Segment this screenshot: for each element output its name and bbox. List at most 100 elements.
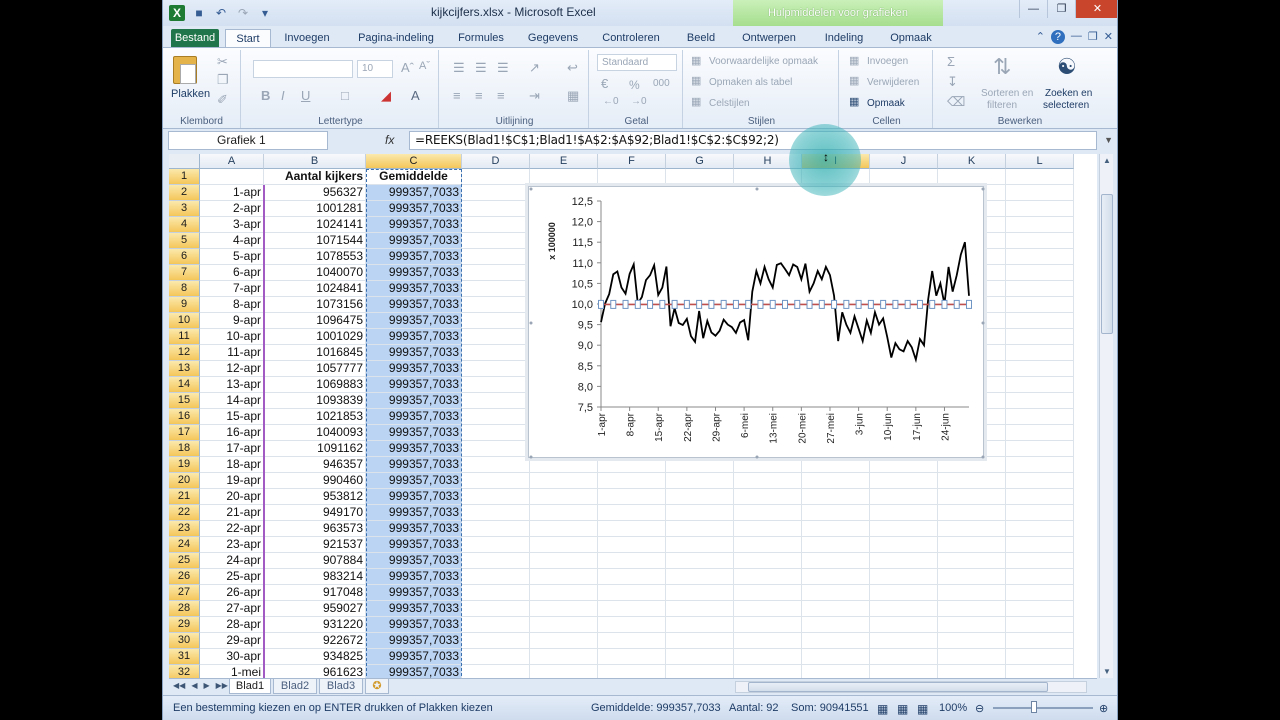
column-header-k[interactable]: K	[938, 154, 1006, 169]
cell-a28[interactable]: 27-apr	[200, 601, 264, 617]
row-header-12[interactable]: 12	[169, 345, 200, 361]
zoom-slider-thumb[interactable]	[1031, 701, 1037, 713]
cell-c27[interactable]: 999357,7033	[366, 585, 462, 601]
fill-color-icon[interactable]: ◢	[381, 88, 391, 104]
cell-b12[interactable]: 1016845	[264, 345, 366, 361]
chart-object[interactable]: 12,5 12,0 11,5 11,0 10,5 10,0 9,5 9,0 8,5 8,0 7,5 x…	[528, 186, 985, 459]
row-header-7[interactable]: 7	[169, 265, 200, 281]
align-right-icon[interactable]: ≡	[497, 88, 505, 103]
format-painter-icon[interactable]: ✐	[217, 92, 228, 108]
cell-a31[interactable]: 30-apr	[200, 649, 264, 665]
cell-a22[interactable]: 21-apr	[200, 505, 264, 521]
insert-sheet-icon[interactable]: ✪	[365, 679, 389, 694]
minimize-icon[interactable]: —	[1019, 0, 1047, 18]
help-icon[interactable]: ?	[1050, 30, 1065, 44]
row-header-19[interactable]: 19	[169, 457, 200, 473]
cell-a15[interactable]: 14-apr	[200, 393, 264, 409]
column-header-c[interactable]: C	[366, 154, 462, 169]
row-header-26[interactable]: 26	[169, 569, 200, 585]
row-header-29[interactable]: 29	[169, 617, 200, 633]
name-box[interactable]: Grafiek 1	[168, 131, 328, 150]
cell-c5[interactable]: 999357,7033	[366, 233, 462, 249]
cell-a29[interactable]: 28-apr	[200, 617, 264, 633]
page-break-view-icon[interactable]: ▦	[917, 702, 928, 716]
first-sheet-icon[interactable]: ◀◀	[173, 681, 185, 690]
align-center-icon[interactable]: ≡	[475, 88, 483, 103]
normal-view-icon[interactable]: ▦	[877, 702, 888, 716]
insert-cells-button[interactable]: Invoegen	[867, 56, 908, 67]
cell-c12[interactable]: 999357,7033	[366, 345, 462, 361]
cell-a9[interactable]: 8-apr	[200, 297, 264, 313]
cell-a2[interactable]: 1-apr	[200, 185, 264, 201]
save-icon[interactable]: ■	[191, 5, 207, 21]
row-header-6[interactable]: 6	[169, 249, 200, 265]
cell-c14[interactable]: 999357,7033	[366, 377, 462, 393]
cell-a13[interactable]: 12-apr	[200, 361, 264, 377]
cell-c20[interactable]: 999357,7033	[366, 473, 462, 489]
cell-a8[interactable]: 7-apr	[200, 281, 264, 297]
conditional-format-button[interactable]: Voorwaardelijke opmaak	[709, 56, 818, 67]
expand-formula-icon[interactable]: ▼	[1104, 135, 1113, 145]
cell-a18[interactable]: 17-apr	[200, 441, 264, 457]
cell-a17[interactable]: 16-apr	[200, 425, 264, 441]
cell-b11[interactable]: 1001029	[264, 329, 366, 345]
cell-c13[interactable]: 999357,7033	[366, 361, 462, 377]
cell-a7[interactable]: 6-apr	[200, 265, 264, 281]
cell-b23[interactable]: 963573	[264, 521, 366, 537]
row-header-15[interactable]: 15	[169, 393, 200, 409]
cell-c8[interactable]: 999357,7033	[366, 281, 462, 297]
cell-a12[interactable]: 11-apr	[200, 345, 264, 361]
cell-c23[interactable]: 999357,7033	[366, 521, 462, 537]
cell-b29[interactable]: 931220	[264, 617, 366, 633]
row-header-5[interactable]: 5	[169, 233, 200, 249]
row-header-17[interactable]: 17	[169, 425, 200, 441]
increase-decimal-icon[interactable]: ←0	[603, 96, 619, 107]
redo-icon[interactable]: ↷	[235, 5, 251, 21]
cell-c30[interactable]: 999357,7033	[366, 633, 462, 649]
column-header-e[interactable]: E	[530, 154, 598, 169]
cell-b25[interactable]: 907884	[264, 553, 366, 569]
window-minimize-icon[interactable]: —	[1071, 30, 1082, 44]
cell-c11[interactable]: 999357,7033	[366, 329, 462, 345]
insert-function-button[interactable]: fx	[385, 133, 394, 147]
row-header-18[interactable]: 18	[169, 441, 200, 457]
row-header-23[interactable]: 23	[169, 521, 200, 537]
cell-styles-button[interactable]: Celstijlen	[709, 98, 750, 109]
zoom-out-icon[interactable]: ⊖	[975, 702, 984, 715]
cell-b31[interactable]: 934825	[264, 649, 366, 665]
row-header-32[interactable]: 32	[169, 665, 200, 678]
cell-b3[interactable]: 1001281	[264, 201, 366, 217]
bold-button[interactable]: B	[261, 88, 270, 103]
cell-b30[interactable]: 922672	[264, 633, 366, 649]
cell-b21[interactable]: 953812	[264, 489, 366, 505]
row-header-9[interactable]: 9	[169, 297, 200, 313]
font-size-box[interactable]: 10	[357, 60, 393, 78]
cell-a16[interactable]: 15-apr	[200, 409, 264, 425]
cell-c31[interactable]: 999357,7033	[366, 649, 462, 665]
percent-button[interactable]: %	[629, 78, 640, 92]
zoom-level[interactable]: 100%	[939, 702, 967, 714]
cell-c16[interactable]: 999357,7033	[366, 409, 462, 425]
cell-b19[interactable]: 946357	[264, 457, 366, 473]
tab-file[interactable]: Bestand	[171, 29, 219, 48]
fill-icon[interactable]: ↧	[947, 74, 958, 90]
underline-button[interactable]: U	[301, 88, 310, 103]
cell-b28[interactable]: 959027	[264, 601, 366, 617]
cell-c18[interactable]: 999357,7033	[366, 441, 462, 457]
copy-icon[interactable]: ❐	[217, 72, 229, 88]
cell-c21[interactable]: 999357,7033	[366, 489, 462, 505]
cell-b18[interactable]: 1091162	[264, 441, 366, 457]
shrink-font-icon[interactable]: Aˇ	[419, 60, 430, 72]
cell-a11[interactable]: 10-apr	[200, 329, 264, 345]
cell-a14[interactable]: 13-apr	[200, 377, 264, 393]
minimize-ribbon-icon[interactable]: ⌃	[1036, 30, 1045, 44]
font-name-box[interactable]	[253, 60, 353, 78]
tab-page-layout[interactable]: Pagina-indeling	[349, 29, 443, 48]
grow-font-icon[interactable]: Aˆ	[401, 60, 414, 75]
paste-icon[interactable]	[173, 56, 197, 84]
sort-filter-label-1[interactable]: Sorteren en	[981, 88, 1033, 99]
orientation-icon[interactable]: ↗	[529, 60, 540, 76]
excel-logo-icon[interactable]: X	[169, 5, 185, 21]
tab-review[interactable]: Controleren	[595, 29, 667, 48]
status-count[interactable]: Aantal: 92	[729, 702, 779, 714]
